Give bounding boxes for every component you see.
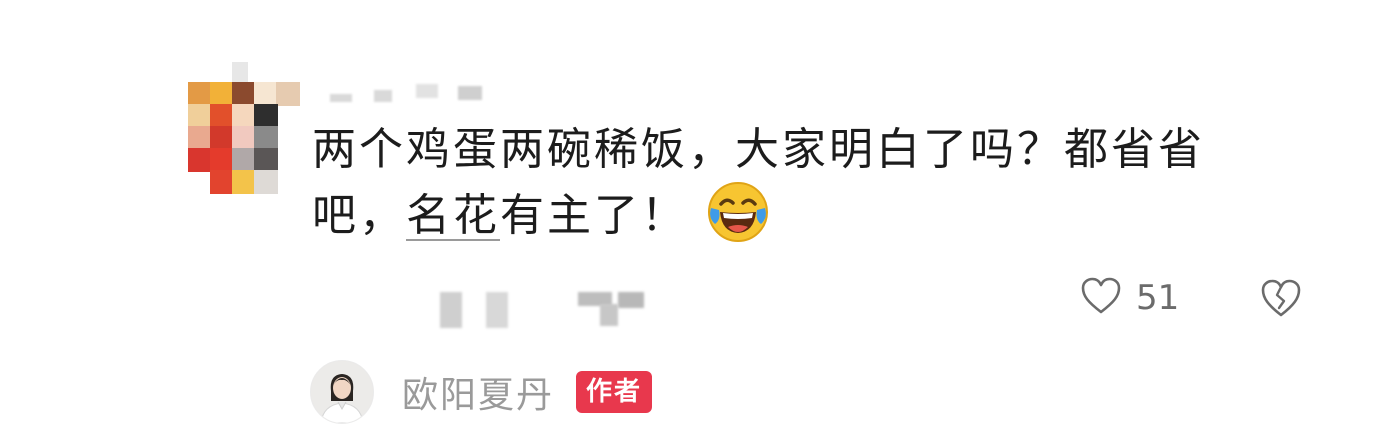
like-button[interactable]: 51 xyxy=(1080,276,1179,320)
like-count: 51 xyxy=(1136,278,1180,318)
comment-line-2-suffix: 有主了！ xyxy=(500,190,688,241)
heart-outline-icon xyxy=(1080,276,1122,320)
author-name[interactable]: 欧阳夏丹 xyxy=(402,366,554,418)
comment-body: 两个鸡蛋两碗稀饭，大家明白了吗？都省省 吧，名花有主了！ xyxy=(312,120,1262,246)
commenter-avatar[interactable] xyxy=(188,62,302,198)
author-reply-row[interactable]: 欧阳夏丹 作者 xyxy=(310,360,653,424)
comment-line-1: 两个鸡蛋两碗稀饭，大家明白了吗？都省省 xyxy=(312,124,1205,175)
comment-line-2-prefix: 吧， xyxy=(312,190,406,241)
author-badge: 作者 xyxy=(576,371,653,413)
comment-meta-redacted xyxy=(440,286,660,330)
dislike-button[interactable] xyxy=(1259,277,1303,319)
author-avatar[interactable] xyxy=(310,360,374,424)
comment-keyword-link[interactable]: 名花 xyxy=(406,190,500,241)
broken-heart-icon xyxy=(1259,279,1303,323)
comment-line-2: 吧，名花有主了！ xyxy=(312,180,1262,246)
commenter-name-redacted[interactable] xyxy=(330,80,490,104)
laughing-crying-emoji-icon xyxy=(706,180,770,244)
